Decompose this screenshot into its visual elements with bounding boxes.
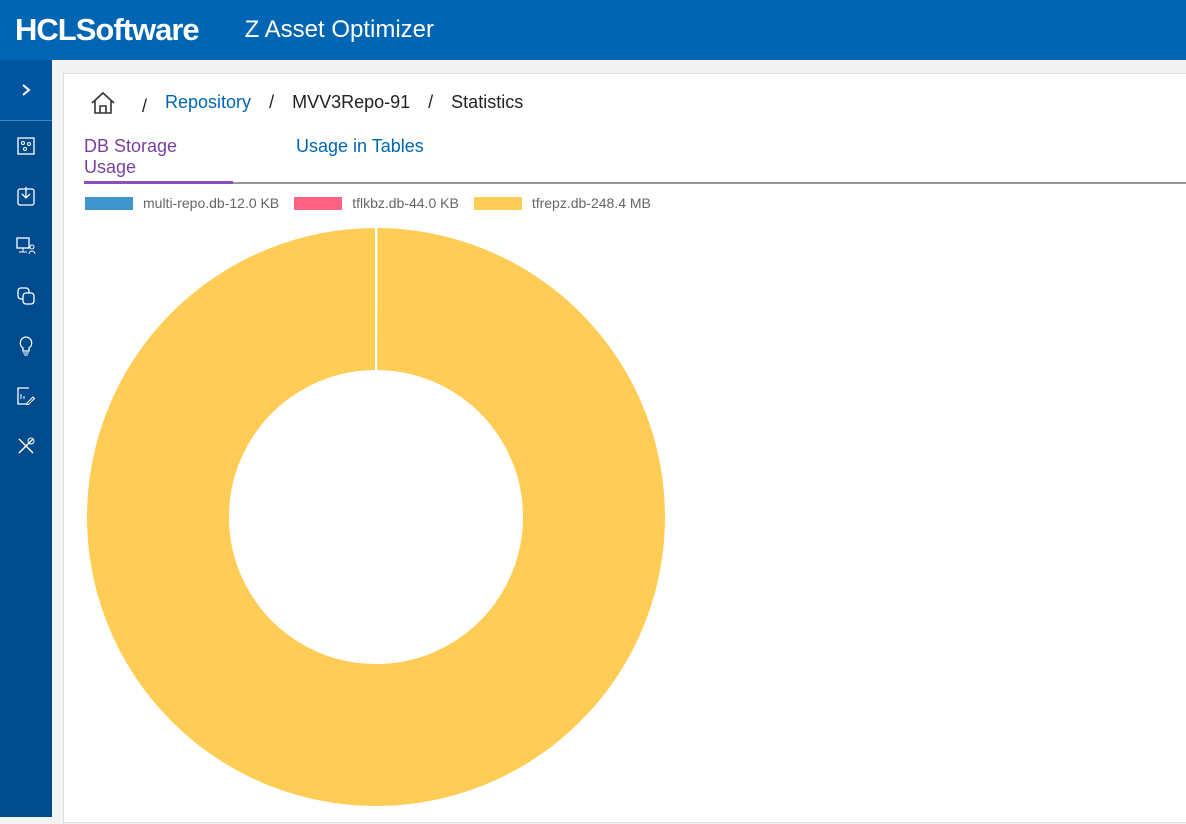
sidebar-item-monitor[interactable] <box>0 221 52 271</box>
copy-layers-icon <box>17 287 35 305</box>
sidebar-item-assets[interactable] <box>0 121 52 171</box>
donut-slice-2[interactable] <box>86 227 666 807</box>
app-header: HCLSoftware Z Asset Optimizer <box>0 0 1186 60</box>
assets-icon <box>17 137 35 155</box>
lightbulb-icon <box>18 336 34 356</box>
statistics-panel: / Repository / MVV3Repo-91 / Statistics … <box>63 73 1186 823</box>
sidebar-item-insights[interactable] <box>0 321 52 371</box>
import-icon <box>17 186 35 206</box>
sidebar-item-reports[interactable] <box>0 371 52 421</box>
sidebar-item-import[interactable] <box>0 171 52 221</box>
report-edit-icon <box>17 387 35 405</box>
app-title: Z Asset Optimizer <box>245 16 434 44</box>
hcl-logo: HCLSoftware <box>15 12 199 48</box>
tools-icon <box>17 437 35 455</box>
chevron-right-icon <box>20 83 32 97</box>
sidebar-item-tools[interactable] <box>0 421 52 471</box>
sidebar <box>0 60 52 817</box>
sidebar-item-copies[interactable] <box>0 271 52 321</box>
donut-chart <box>64 74 764 824</box>
monitor-user-icon <box>16 237 36 255</box>
expand-sidebar-button[interactable] <box>0 60 52 121</box>
